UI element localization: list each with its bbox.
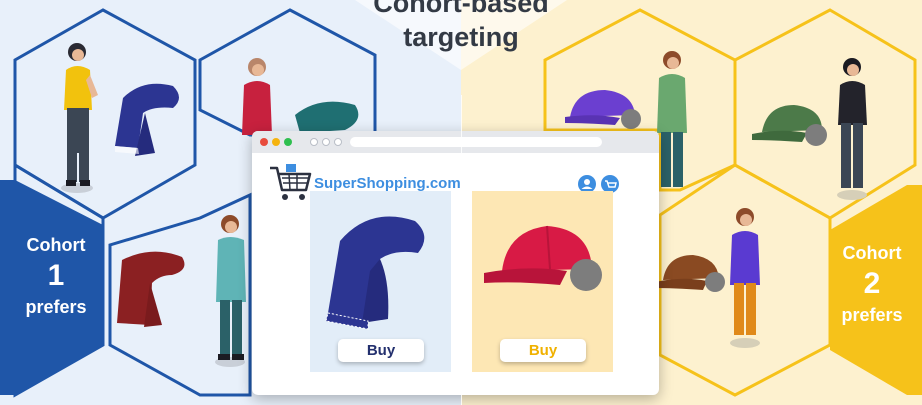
forward-icon[interactable] (322, 138, 330, 146)
cap-icon (484, 225, 602, 291)
minimize-dot-icon[interactable] (272, 138, 280, 146)
product-panel-cap: Buy (472, 191, 613, 372)
cohort-targeting-diagram: Cohort-based targeting Cohort 1 prefers … (0, 0, 922, 405)
site-name[interactable]: SuperShopping.com (314, 175, 461, 192)
cohort2-label: Cohort 2 prefers (832, 242, 912, 326)
refresh-icon[interactable] (334, 138, 342, 146)
center-divider (461, 95, 462, 405)
cohort1-prefers: prefers (25, 297, 87, 317)
maximize-dot-icon[interactable] (284, 138, 292, 146)
close-dot-icon[interactable] (260, 138, 268, 146)
cart-icon (268, 164, 312, 209)
cohort2-number: 2 (863, 267, 881, 300)
product-panel-scarf: Buy (310, 191, 451, 372)
cohort2-prefers: prefers (841, 305, 903, 325)
buy-cap-button[interactable]: Buy (500, 339, 586, 362)
browser-toolbar (252, 131, 659, 153)
back-icon[interactable] (310, 138, 318, 146)
title-line-1: Cohort-based (373, 0, 549, 18)
browser-window: SuperShopping.com Buy Buy (252, 131, 659, 395)
address-bar[interactable] (350, 137, 602, 147)
cohort1-label: Cohort 1 prefers (20, 234, 92, 318)
buy-scarf-button[interactable]: Buy (338, 339, 424, 362)
scarf-icon (325, 216, 425, 330)
cohort2-title: Cohort (842, 243, 902, 263)
cohort1-number: 1 (47, 259, 65, 292)
title-line-2: targeting (403, 22, 519, 52)
cohort1-title: Cohort (26, 235, 86, 255)
